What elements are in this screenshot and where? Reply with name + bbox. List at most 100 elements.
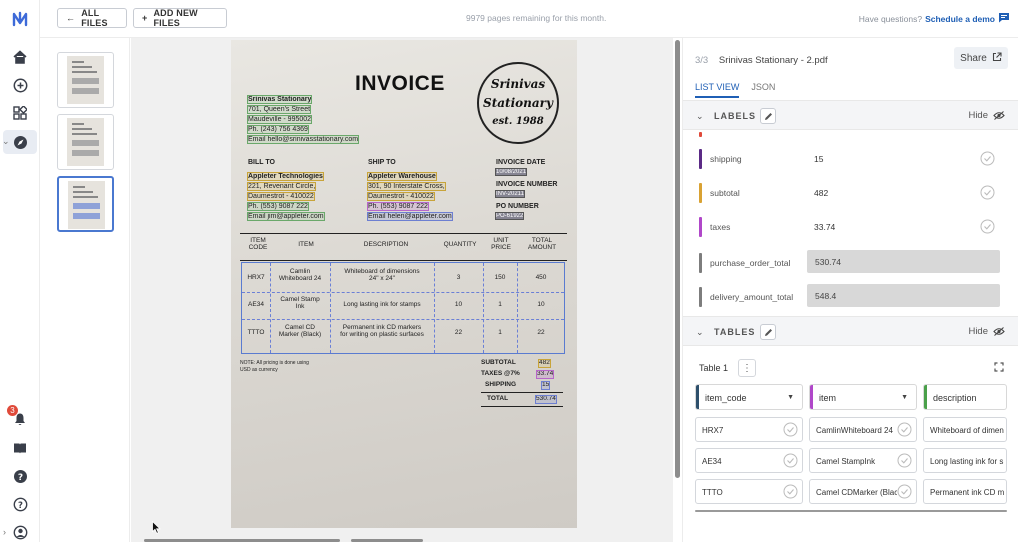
add-new-files-button[interactable]: + ADD NEW FILES [133, 8, 227, 28]
edit-labels-button[interactable] [760, 108, 776, 124]
table-cell[interactable]: Camel StampInk [809, 448, 917, 473]
all-files-button[interactable]: ← ALL FILES [57, 8, 127, 28]
ship-to-name[interactable]: Appleter Warehouse [367, 172, 437, 181]
seller-address[interactable]: 701, Queen's Street [246, 105, 312, 114]
table-cell[interactable]: Long lasting ink for s [923, 448, 1007, 473]
bill-to-email[interactable]: Email jim@appleter.com [247, 212, 325, 221]
dropdown-caret-icon[interactable]: ▼ [901, 394, 908, 401]
total-value[interactable]: 530.74 [535, 395, 557, 404]
check-circle-icon[interactable] [897, 484, 912, 499]
check-circle-icon[interactable] [980, 185, 995, 200]
page-thumbnail[interactable] [57, 52, 114, 108]
edit-tables-button[interactable] [760, 324, 776, 340]
cell-item[interactable]: Camlin Whiteboard 24 [270, 268, 330, 283]
nanonets-logo-icon[interactable] [11, 10, 29, 28]
expand-icon[interactable] [994, 362, 1004, 372]
cell-item[interactable]: Camel CD Marker (Black) [270, 324, 330, 339]
chevron-down-icon[interactable]: ⌄ [2, 136, 10, 147]
viewer-vertical-scrollbar[interactable] [675, 40, 680, 478]
table-cell[interactable]: Permanent ink CD m [923, 479, 1007, 504]
table-horizontal-scrollbar[interactable] [695, 510, 1007, 512]
column-header-item[interactable]: item ▼ [809, 384, 917, 410]
cell-item-code[interactable]: TTTO [242, 329, 270, 336]
column-header-item-code[interactable]: item_code ▼ [695, 384, 803, 410]
field-row-purchase-order-total[interactable]: purchase_order_total 530.74 [697, 250, 1007, 276]
cell-description[interactable]: Permanent ink CD markers for writing on … [330, 324, 434, 339]
ship-to-address[interactable]: 301, 90 Interstate Cross, [367, 182, 446, 191]
page-thumbnail-selected[interactable] [57, 176, 114, 232]
table-cell[interactable]: AE34 [695, 448, 803, 473]
table-cell[interactable]: Whiteboard of dimen [923, 417, 1007, 442]
field-row-shipping[interactable]: shipping 15 [697, 146, 1007, 172]
cell-total[interactable]: 10 [517, 301, 565, 308]
bill-to-phone[interactable]: Ph. (553) 9087 222 [247, 202, 309, 211]
check-circle-icon[interactable] [783, 453, 798, 468]
column-header-description[interactable]: description [923, 384, 1007, 410]
cell-unit-price[interactable]: 1 [483, 329, 517, 336]
tables-section-header[interactable]: ⌄ TABLES Hide [683, 316, 1018, 346]
invoice-number-value[interactable]: INV-20211 [495, 190, 525, 198]
cell-quantity[interactable]: 10 [434, 301, 483, 308]
check-circle-icon[interactable] [897, 422, 912, 437]
apps-grid-icon[interactable] [11, 104, 29, 122]
field-row-subtotal[interactable]: subtotal 482 [697, 180, 1007, 206]
cell-total[interactable]: 450 [517, 274, 565, 281]
taxes-value[interactable]: 33.74 [535, 370, 555, 379]
chat-icon[interactable] [998, 12, 1010, 25]
cell-total[interactable]: 22 [517, 329, 565, 336]
schedule-demo-link[interactable]: Schedule a demo [925, 14, 995, 24]
field-row-delivery-amount-total[interactable]: delivery_amount_total 548.4 [697, 284, 1007, 310]
page-thumbnail[interactable] [57, 114, 114, 170]
bill-to-address[interactable]: 221, Revenant Circle, [246, 182, 317, 191]
chevron-down-icon[interactable]: ⌄ [696, 327, 704, 338]
seller-phone[interactable]: Ph. (243) 756 4369 [247, 125, 309, 134]
bill-to-name[interactable]: Appleter Technologies [247, 172, 324, 181]
home-icon[interactable] [11, 48, 29, 66]
compass-icon[interactable] [11, 133, 29, 151]
table-cell[interactable]: HRX7 [695, 417, 803, 442]
seller-email[interactable]: Email hello@srinivasstationary.com [246, 135, 360, 144]
seller-city[interactable]: Maudeville - 995002 [246, 115, 313, 124]
table-menu-button[interactable]: ⋮ [738, 359, 756, 377]
check-circle-icon[interactable] [980, 151, 995, 166]
po-number-value[interactable]: PO-61922 [494, 212, 525, 220]
cell-quantity[interactable]: 3 [434, 274, 483, 281]
add-circle-icon[interactable] [11, 76, 29, 94]
tab-json[interactable]: JSON [751, 82, 775, 98]
field-value[interactable]: 482 [814, 188, 828, 198]
shipping-value[interactable]: 15 [540, 381, 551, 390]
share-button[interactable]: Share [954, 47, 1008, 69]
check-circle-icon[interactable] [897, 453, 912, 468]
help-filled-icon[interactable]: ? [11, 467, 29, 485]
field-value[interactable]: 548.4 [807, 284, 1000, 307]
ship-to-city[interactable]: Daumestrot - 410022 [367, 192, 435, 201]
line-items-grid[interactable]: HRX7 Camlin Whiteboard 24 Whiteboard of … [241, 262, 565, 354]
book-icon[interactable] [11, 439, 29, 457]
check-circle-icon[interactable] [783, 484, 798, 499]
field-value[interactable]: 530.74 [807, 250, 1000, 273]
hide-tables-button[interactable]: Hide [968, 326, 1005, 337]
labels-section-header[interactable]: ⌄ LABELS Hide [683, 100, 1018, 130]
cell-unit-price[interactable]: 150 [483, 274, 517, 281]
cell-item-code[interactable]: HRX7 [242, 274, 270, 281]
invoice-date-value[interactable]: 10/08/2021 [494, 168, 528, 176]
table-cell[interactable]: Camel CDMarker (Blac [809, 479, 917, 504]
cell-item-code[interactable]: AE34 [242, 301, 270, 308]
dropdown-caret-icon[interactable]: ▼ [787, 394, 794, 401]
cell-description[interactable]: Long lasting ink for stamps [330, 301, 434, 308]
cell-unit-price[interactable]: 1 [483, 301, 517, 308]
tab-list-view[interactable]: LIST VIEW [695, 82, 740, 98]
cell-quantity[interactable]: 22 [434, 329, 483, 336]
ship-to-phone[interactable]: Ph. (553) 9087 222 [367, 202, 429, 211]
table-cell[interactable]: TTTO [695, 479, 803, 504]
field-row-taxes[interactable]: taxes 33.74 [697, 214, 1007, 240]
cell-item[interactable]: Camel Stamp Ink [270, 296, 330, 311]
help-outline-icon[interactable]: ? [11, 495, 29, 513]
chevron-down-icon[interactable]: ⌄ [696, 111, 704, 122]
chevron-right-icon[interactable]: › [3, 527, 6, 537]
ship-to-email[interactable]: Email helen@appleter.com [367, 212, 453, 221]
subtotal-value[interactable]: 482 [538, 359, 551, 368]
bill-to-city[interactable]: Daumestrot - 410022 [247, 192, 315, 201]
table-cell[interactable]: CamlinWhiteboard 24 [809, 417, 917, 442]
seller-name[interactable]: Srinivas Stationary [246, 95, 313, 104]
